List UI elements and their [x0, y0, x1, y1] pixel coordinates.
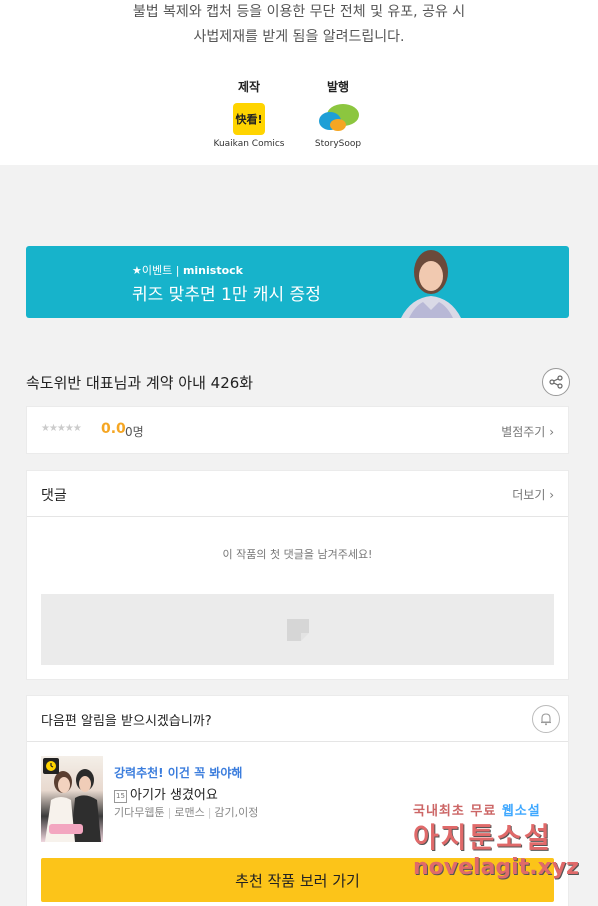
- banner-event-tag: ★이벤트 |: [132, 264, 180, 277]
- rating-score: 0.0: [101, 421, 126, 437]
- notice-line-1: 불법 복제와 캡처 등을 이용한 무단 전체 및 유포, 공유 시: [132, 4, 466, 20]
- notice-line-2: 사법제재를 받게 됨을 알려드립니다.: [193, 29, 405, 45]
- chevron-right-icon: ›: [549, 488, 554, 502]
- event-banner[interactable]: ★이벤트 | ministock 퀴즈 맞추면 1만 캐시 증정: [26, 246, 569, 318]
- producer-name: Kuaikan Comics: [213, 139, 285, 149]
- comment-placeholder-icon: [287, 619, 309, 641]
- site-watermark: 국내최초 무료 웹소설 아지툰소설 novelagit.xyz: [413, 800, 593, 890]
- share-button[interactable]: [542, 368, 570, 396]
- recommendation-label: 강력추천! 이건 꼭 봐야해: [114, 766, 243, 780]
- publisher-name: StorySoop: [314, 139, 362, 149]
- banner-event-label: ★이벤트 | ministock: [132, 262, 243, 278]
- producer-label: 제작: [237, 80, 261, 94]
- chevron-right-icon: ›: [549, 425, 554, 439]
- publisher-label: 발행: [326, 80, 350, 94]
- share-icon: [549, 375, 563, 389]
- rating-stars: ★★★★★: [41, 423, 82, 434]
- comments-header: 댓글 더보기 ›: [27, 471, 568, 517]
- banner-brand: ministock: [182, 264, 243, 277]
- recommendation-meta: 기다무웹툰 | 로맨스 | 감기,이정: [114, 804, 258, 820]
- comment-input-box[interactable]: [41, 594, 554, 665]
- top-section: 불법 복제와 캡처 등을 이용한 무단 전체 및 유포, 공유 시 사법제재를 …: [0, 0, 598, 165]
- comments-empty-message: 이 작품의 첫 댓글을 남겨주세요!: [222, 548, 373, 561]
- storysoop-logo: [316, 103, 360, 133]
- recommendation-thumbnail[interactable]: [41, 756, 103, 842]
- rate-button-label: 별점주기: [501, 425, 546, 439]
- rating-count: 0명: [125, 425, 144, 439]
- recommendation-tags: 감기,이정: [214, 806, 259, 819]
- more-label: 더보기: [512, 488, 546, 502]
- comments-more-button[interactable]: 더보기 ›: [512, 486, 554, 503]
- rating-card: ★★★★★ 0.0 0명 별점주기 ›: [26, 406, 569, 454]
- alarm-toggle-button[interactable]: [532, 705, 560, 733]
- comments-card: 댓글 더보기 › 이 작품의 첫 댓글을 남겨주세요!: [26, 470, 569, 680]
- recommendation-publisher: 기다무웹툰: [114, 806, 165, 819]
- recommendation-title-text: 아기가 생겼어요: [130, 788, 218, 803]
- alarm-question: 다음편 알림을 받으시겠습니까?: [41, 714, 212, 729]
- banner-model-image: [391, 246, 471, 318]
- clock-icon: [43, 758, 59, 774]
- banner-headline: 퀴즈 맞추면 1만 캐시 증정: [132, 285, 321, 305]
- meta-divider: |: [207, 806, 212, 819]
- recommendation-title[interactable]: 15 아기가 생겼어요: [114, 784, 218, 803]
- comments-title: 댓글: [41, 488, 67, 504]
- watermark-domain: novelagit.xyz: [413, 855, 579, 880]
- alarm-header: 다음편 알림을 받으시겠습니까?: [27, 696, 568, 742]
- age-15-badge: 15: [114, 790, 127, 803]
- rate-button[interactable]: 별점주기 ›: [501, 423, 554, 440]
- publisher-credit: 발행 StorySoop: [306, 78, 370, 149]
- watermark-brand: 아지툰소설: [413, 821, 552, 854]
- bell-icon: [541, 713, 551, 726]
- episode-title: 속도위반 대표님과 계약 아내 426화: [26, 374, 254, 392]
- copyright-notice: 불법 복제와 캡처 등을 이용한 무단 전체 및 유포, 공유 시 사법제재를 …: [0, 0, 598, 50]
- kuaikan-logo: 快看!: [233, 103, 265, 135]
- producer-credit: 제작 快看! Kuaikan Comics: [213, 78, 285, 149]
- recommendation-genre: 로맨스: [174, 806, 205, 819]
- meta-divider: |: [167, 806, 172, 819]
